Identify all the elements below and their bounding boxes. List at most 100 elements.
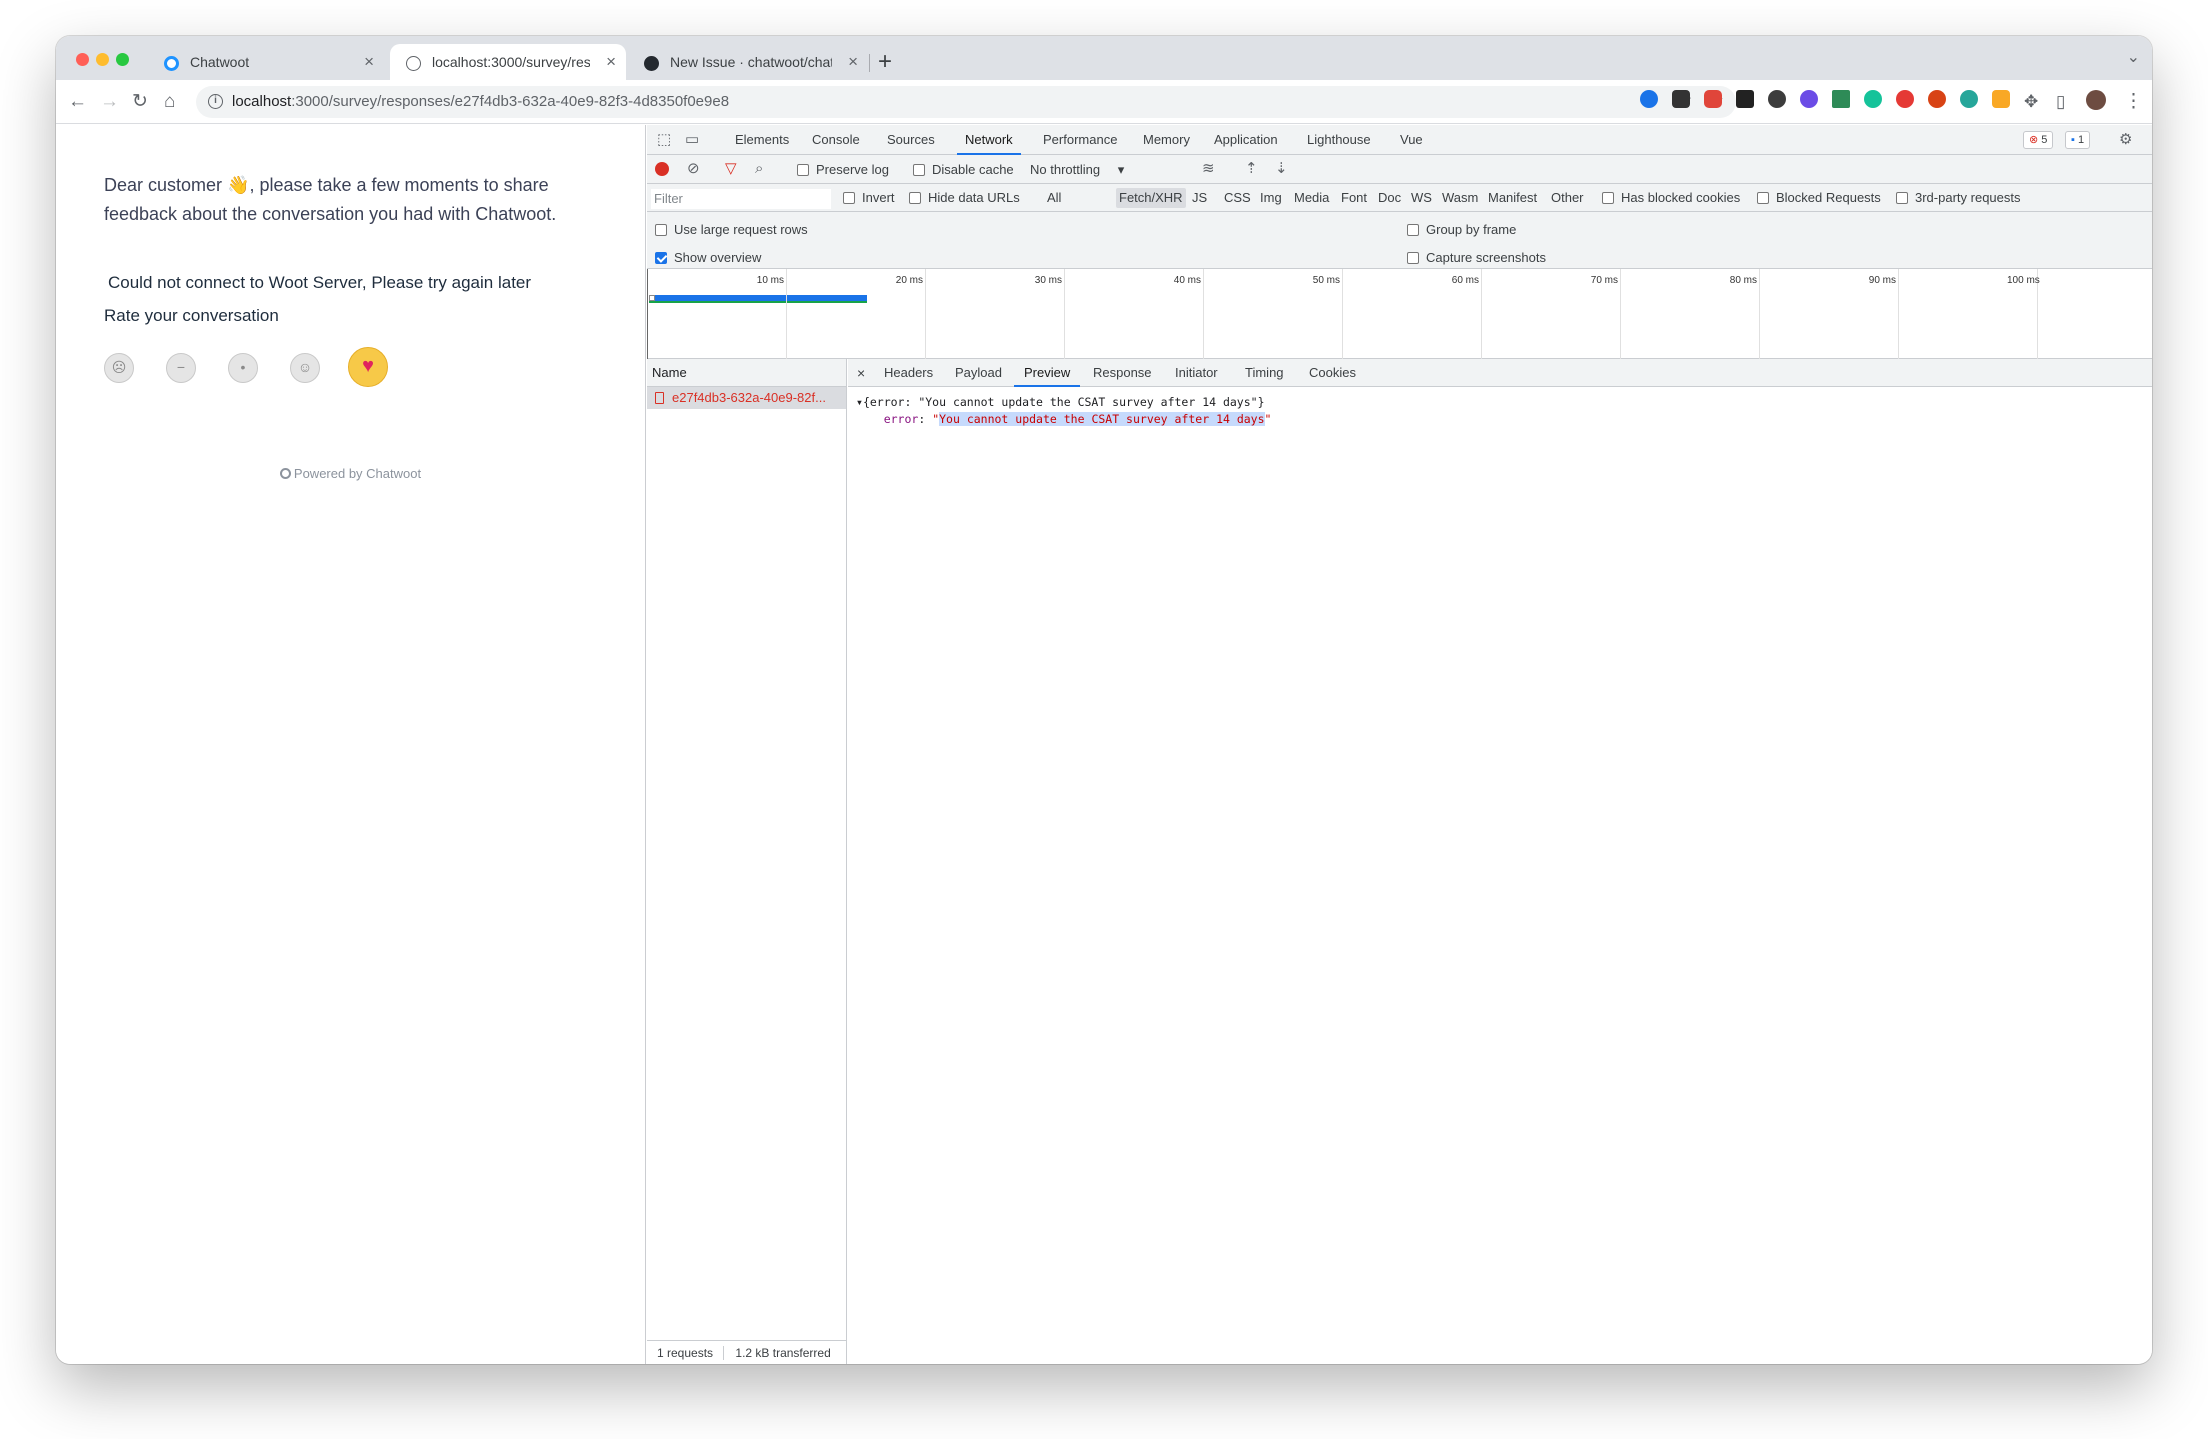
type-filter-ws[interactable]: WS [1408, 188, 1435, 208]
edit-extension-icon[interactable] [1992, 90, 2010, 108]
expand-triangle-icon[interactable]: ▾ [856, 395, 863, 409]
tab-cookies[interactable]: Cookies [1309, 359, 1356, 387]
back-icon[interactable]: ← [68, 90, 87, 114]
network-conditions-icon[interactable]: ≋ [1202, 159, 1215, 179]
blocked-requests-checkbox[interactable]: Blocked Requests [1757, 190, 1881, 206]
type-filter-js[interactable]: JS [1189, 188, 1210, 208]
side-panel-icon[interactable]: ▯ [2056, 90, 2065, 114]
type-filter-all[interactable]: All [1044, 188, 1064, 208]
tab-preview[interactable]: Preview [1013, 359, 1081, 387]
product-hunt-extension-icon[interactable] [1928, 90, 1946, 108]
tab-payload[interactable]: Payload [955, 359, 1002, 387]
request-row[interactable]: e27f4db3-632a-40e9-82f... [647, 387, 846, 409]
disable-cache-checkbox[interactable]: Disable cache [913, 162, 1014, 178]
tab-headers[interactable]: Headers [884, 359, 933, 387]
zoom-window-button[interactable] [116, 53, 129, 66]
record-extension-icon[interactable] [1896, 90, 1914, 108]
type-filter-font[interactable]: Font [1338, 188, 1370, 208]
url-text[interactable]: localhost:3000/survey/responses/e27f4db3… [232, 86, 729, 118]
vue-devtools-extension-icon[interactable] [1832, 90, 1850, 108]
filter-input[interactable]: Filter [651, 189, 831, 209]
preserve-log-checkbox[interactable]: Preserve log [797, 162, 889, 178]
type-filter-manifest[interactable]: Manifest [1485, 188, 1540, 208]
wave-extension-icon[interactable] [1736, 90, 1754, 108]
glasses-extension-icon[interactable] [1672, 90, 1690, 108]
type-filter-img[interactable]: Img [1257, 188, 1285, 208]
export-har-icon[interactable]: ⇣ [1275, 159, 1288, 179]
tab-network[interactable]: Network [957, 125, 1021, 155]
home-icon[interactable]: ⌂ [164, 90, 175, 114]
tab-initiator[interactable]: Initiator [1175, 359, 1218, 387]
record-icon[interactable] [655, 162, 669, 176]
rating-love-button[interactable]: ♥ [348, 347, 388, 387]
search-icon[interactable]: ⌕ [755, 159, 763, 179]
type-filter-fetch-xhr[interactable]: Fetch/XHR [1116, 188, 1186, 208]
powered-by-link[interactable]: Powered by Chatwoot [56, 466, 645, 481]
hide-data-urls-checkbox[interactable]: Hide data URLs [909, 190, 1020, 206]
reload-icon[interactable]: ↻ [132, 90, 148, 114]
invert-checkbox[interactable]: Invert [843, 190, 895, 206]
group-by-frame-checkbox[interactable]: Group by frame [1407, 222, 1516, 238]
device-toolbar-icon[interactable]: ▭ [685, 130, 699, 150]
settings-gear-icon[interactable]: ⚙ [2119, 130, 2132, 150]
timer-extension-icon[interactable] [1768, 90, 1786, 108]
throttling-select[interactable]: No throttling ▾ [1030, 162, 1124, 178]
grammarly-extension-icon[interactable] [1864, 90, 1882, 108]
third-party-requests-checkbox[interactable]: 3rd-party requests [1896, 190, 2021, 206]
tab-vue[interactable]: Vue [1400, 125, 1423, 155]
password-manager-extension-icon[interactable] [1640, 90, 1658, 108]
rating-unhappy-button[interactable]: − [166, 353, 196, 383]
tab-survey[interactable]: localhost:3000/survey/respons × [390, 44, 626, 80]
tab-github-issue[interactable]: New Issue · chatwoot/chatwoo × [628, 44, 868, 80]
preview-value[interactable]: You cannot update the CSAT survey after … [939, 412, 1265, 426]
rating-happy-button[interactable]: ☺ [290, 353, 320, 383]
message-count-badge[interactable]: ▪ 1 [2065, 131, 2091, 149]
type-filter-doc[interactable]: Doc [1375, 188, 1404, 208]
close-window-button[interactable] [76, 53, 89, 66]
type-filter-other[interactable]: Other [1548, 188, 1587, 208]
clear-icon[interactable]: ⊘ [687, 159, 700, 179]
forward-icon[interactable]: → [100, 90, 119, 114]
tab-console[interactable]: Console [812, 125, 860, 155]
type-filter-media[interactable]: Media [1291, 188, 1332, 208]
large-request-rows-checkbox[interactable]: Use large request rows [655, 222, 808, 238]
new-tab-button[interactable]: + [878, 44, 892, 80]
rating-neutral-button[interactable]: • [228, 353, 258, 383]
close-tab-icon[interactable]: × [606, 44, 616, 80]
close-details-icon[interactable]: × [857, 359, 865, 387]
tab-application[interactable]: Application [1214, 125, 1278, 155]
close-tab-icon[interactable]: × [848, 44, 858, 80]
import-har-icon[interactable]: ⇡ [1245, 159, 1258, 179]
type-filter-css[interactable]: CSS [1221, 188, 1254, 208]
tab-timing[interactable]: Timing [1245, 359, 1284, 387]
rating-sad-button[interactable]: ☹ [104, 353, 134, 383]
close-tab-icon[interactable]: × [364, 44, 374, 80]
error-count-badge[interactable]: ⊗ 5 [2023, 131, 2054, 149]
json-preview[interactable]: ▾{error: "You cannot update the CSAT sur… [856, 394, 1271, 428]
tab-response[interactable]: Response [1093, 359, 1152, 387]
tab-elements[interactable]: Elements [735, 125, 789, 155]
overview-timeline[interactable]: 10 ms 20 ms 30 ms 40 ms 50 ms 60 ms 70 ms 80 ms… [647, 269, 2152, 359]
tab-chatwoot[interactable]: Chatwoot × [148, 44, 384, 80]
capture-screenshots-checkbox[interactable]: Capture screenshots [1407, 250, 1546, 266]
inspect-element-icon[interactable]: ⬚ [657, 130, 671, 150]
type-filter-wasm[interactable]: Wasm [1439, 188, 1481, 208]
show-overview-checkbox[interactable]: Show overview [655, 250, 761, 266]
address-bar[interactable]: i localhost:3000/survey/responses/e27f4d… [196, 86, 1736, 118]
profile-avatar[interactable] [2086, 90, 2106, 110]
name-column-header[interactable]: Name [647, 359, 846, 387]
shield-extension-icon[interactable] [1704, 90, 1722, 108]
tab-sources[interactable]: Sources [887, 125, 935, 155]
tab-performance[interactable]: Performance [1043, 125, 1117, 155]
filter-icon[interactable]: ▽ [725, 159, 737, 179]
sparkle-extension-icon[interactable] [1800, 90, 1818, 108]
minimize-window-button[interactable] [96, 53, 109, 66]
tab-search-icon[interactable]: ⌄ [2127, 46, 2140, 70]
tab-lighthouse[interactable]: Lighthouse [1307, 125, 1371, 155]
has-blocked-cookies-checkbox[interactable]: Has blocked cookies [1602, 190, 1740, 206]
pin-extension-icon[interactable] [1960, 90, 1978, 108]
tab-memory[interactable]: Memory [1143, 125, 1190, 155]
puzzle-icon[interactable]: ✥ [2024, 90, 2038, 114]
menu-icon[interactable]: ⋮ [2124, 90, 2143, 114]
site-info-icon[interactable]: i [208, 94, 223, 109]
